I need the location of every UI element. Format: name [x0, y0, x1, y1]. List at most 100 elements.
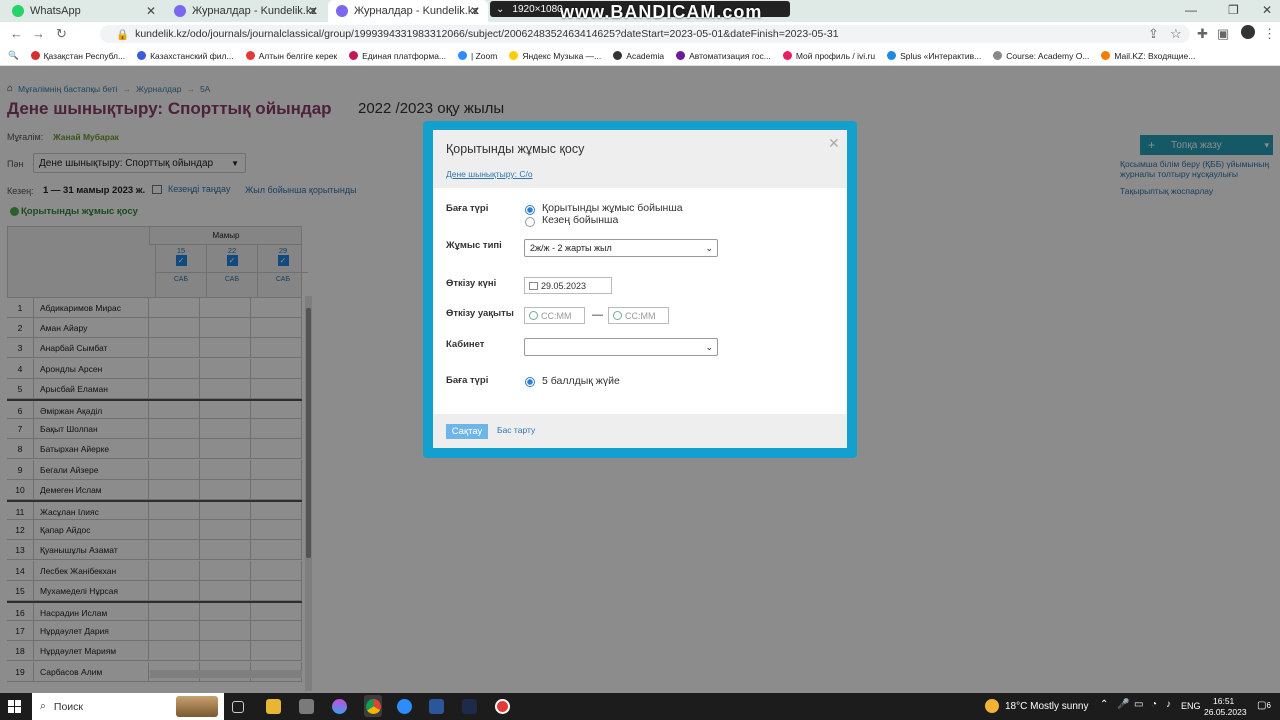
- bookmark-label: Яндекс Музыка —...: [522, 50, 602, 61]
- chrome-icon[interactable]: [366, 699, 381, 714]
- language-indicator[interactable]: ENG: [1181, 701, 1201, 711]
- kundelik-icon: [174, 5, 186, 17]
- bookmark-item[interactable]: Қазақстан Республ...: [30, 50, 126, 61]
- windows-start-icon[interactable]: [8, 700, 21, 713]
- radio-period-label[interactable]: Кезең бойынша: [542, 214, 618, 226]
- star-icon[interactable]: ☆: [1170, 26, 1182, 42]
- radio-5-point[interactable]: [525, 377, 535, 387]
- app2-icon[interactable]: [462, 699, 477, 714]
- weather-text[interactable]: 18°C Mostly sunny: [1005, 701, 1088, 712]
- bookmark-item[interactable]: Казахстанский фил...: [137, 50, 234, 61]
- bookmark-item[interactable]: Mail.KZ: Входящие...: [1101, 51, 1195, 61]
- network-icon[interactable]: ◔: [1151, 699, 1157, 710]
- work-type-select[interactable]: 2ж/ж - 2 жарты жыл ⌄: [524, 239, 718, 257]
- bookmark-label: Алтын белгіге керек: [258, 50, 338, 61]
- minimize-button[interactable]: —: [1185, 3, 1197, 17]
- search-icon[interactable]: 🔍: [8, 50, 19, 61]
- bookmark-label: Қазақстан Республ...: [43, 50, 126, 61]
- date-value: 29.05.2023: [541, 280, 587, 291]
- radio-summary-work-label[interactable]: Қорытынды жұмыс бойынша: [542, 202, 683, 214]
- time-to-input[interactable]: СС:ММ: [608, 307, 669, 324]
- tab-journals-2[interactable]: Журналдар - Kundelik.kz ✕: [328, 0, 488, 22]
- search-icon: ⌕: [40, 700, 46, 712]
- file-explorer-icon[interactable]: [266, 699, 281, 714]
- date-input[interactable]: 29.05.2023: [524, 277, 612, 294]
- back-icon[interactable]: ←: [10, 26, 23, 41]
- notifications-icon[interactable]: ▢6: [1257, 700, 1271, 711]
- bookmark-item[interactable]: Мой профиль / ivi.ru: [782, 50, 876, 61]
- address-bar: ← → ↻ 🔒 kundelik.kz/odo/journals/journal…: [0, 22, 1280, 46]
- bookmark-icon: [782, 51, 792, 60]
- windows-taskbar: ⌕ Поиск 18°C Mostly sunny ⌃ 🎤 ▭ ◔ ♪ ENG …: [0, 693, 1280, 720]
- url-field[interactable]: 🔒 kundelik.kz/odo/journals/journalclassi…: [100, 25, 1190, 43]
- radio-period[interactable]: [525, 217, 535, 227]
- zoom-icon[interactable]: [397, 699, 412, 714]
- url-text: kundelik.kz/odo/journals/journalclassica…: [135, 28, 839, 40]
- bookmark-item[interactable]: | Zoom: [458, 51, 497, 61]
- sidepanel-icon[interactable]: ▣: [1217, 26, 1229, 42]
- lock-icon: 🔒: [116, 28, 130, 41]
- bookmark-item[interactable]: Splus «Интерактив...: [887, 51, 981, 61]
- clock-time[interactable]: 16:51: [1213, 696, 1234, 706]
- word-icon[interactable]: [429, 699, 444, 714]
- subject-link[interactable]: Дене шынықтыру: С/о: [446, 169, 533, 179]
- tab-journals-1[interactable]: Журналдар - Kundelik.kz ✕: [166, 0, 326, 22]
- search-placeholder: Поиск: [53, 700, 83, 713]
- bookmark-icon: [887, 51, 897, 60]
- clock-date[interactable]: 26.05.2023: [1204, 707, 1247, 717]
- reload-icon[interactable]: ↻: [56, 26, 67, 42]
- bookmark-label: Mail.KZ: Входящие...: [1114, 50, 1196, 61]
- tab-close-icon[interactable]: ✕: [470, 4, 480, 18]
- save-button[interactable]: Сақтау: [446, 424, 488, 439]
- extensions-icon[interactable]: ✚: [1197, 26, 1208, 42]
- bookmark-item[interactable]: Единая платформа...: [349, 51, 446, 61]
- bookmark-label: Казахстанский фил...: [150, 50, 234, 61]
- chevron-down-icon: ⌄: [705, 242, 713, 253]
- whatsapp-icon: [12, 5, 24, 17]
- time-dash: —: [592, 309, 603, 321]
- weather-icon[interactable]: [985, 699, 999, 713]
- bookmark-icon: [245, 51, 255, 60]
- chevron-up-icon[interactable]: ⌃: [1100, 699, 1108, 710]
- cancel-button[interactable]: Бас тарту: [497, 425, 535, 435]
- battery-icon[interactable]: ▭: [1134, 699, 1143, 710]
- share-icon[interactable]: ⇪: [1148, 26, 1159, 42]
- bookmark-label: Мой профиль / ivi.ru: [795, 50, 876, 61]
- work-type-value: 2ж/ж - 2 жарты жыл: [530, 243, 612, 253]
- taskbar-search[interactable]: ⌕ Поиск: [32, 693, 224, 720]
- close-dialog-icon[interactable]: ✕: [828, 135, 840, 152]
- close-window-button[interactable]: ✕: [1262, 3, 1272, 17]
- menu-icon[interactable]: ⋮: [1263, 26, 1276, 42]
- bookmark-item[interactable]: Course: Academy O...: [993, 51, 1089, 61]
- tab-whatsapp[interactable]: WhatsApp ✕: [4, 0, 164, 22]
- work-type-label: Жұмыс типі: [446, 240, 502, 251]
- search-highlight-image: [176, 696, 218, 717]
- calendar-icon: [529, 281, 538, 290]
- recording-resolution: 1920×1080: [512, 3, 563, 15]
- profile-avatar[interactable]: [1241, 25, 1255, 39]
- bookmark-icon: [349, 51, 359, 60]
- app-icon[interactable]: [332, 699, 347, 714]
- volume-icon[interactable]: ♪: [1166, 699, 1171, 710]
- tab-close-icon[interactable]: ✕: [146, 4, 156, 18]
- tab-close-icon[interactable]: ✕: [308, 4, 318, 18]
- bookmark-item[interactable]: Academia: [613, 51, 664, 61]
- notification-count: 6: [1266, 701, 1271, 710]
- bookmark-item[interactable]: Алтын белгіге керек: [245, 50, 338, 61]
- tab-title: WhatsApp: [30, 5, 81, 17]
- task-view-icon[interactable]: [232, 701, 244, 713]
- forward-icon[interactable]: →: [32, 26, 45, 41]
- room-label: Кабинет: [446, 339, 485, 350]
- chevron-down-icon: ⌄: [705, 341, 713, 352]
- radio-5-point-label[interactable]: 5 баллдық жүйе: [542, 375, 620, 387]
- room-select[interactable]: ⌄: [524, 338, 718, 356]
- bandicam-icon[interactable]: [495, 699, 510, 714]
- bookmarks-bar: 🔍 Қазақстан Республ... Казахстанский фил..…: [0, 46, 1280, 66]
- microphone-icon[interactable]: 🎤: [1117, 699, 1129, 710]
- bookmark-item[interactable]: Автоматизация гос...: [676, 51, 771, 61]
- calculator-icon[interactable]: [299, 699, 314, 714]
- time-from-input[interactable]: СС:ММ: [524, 307, 585, 324]
- restore-button[interactable]: ❐: [1228, 3, 1239, 17]
- radio-summary-work[interactable]: [525, 205, 535, 215]
- bookmark-item[interactable]: Яндекс Музыка —...: [509, 51, 601, 61]
